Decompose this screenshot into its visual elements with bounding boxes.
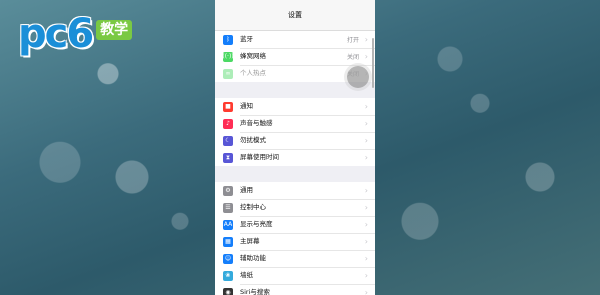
settings-row-label: 屏幕使用时间	[240, 153, 279, 161]
pc6-logo: pc6 教学	[18, 11, 133, 57]
settings-row-label: 声音与触感	[240, 115, 375, 133]
settings-row[interactable]: ⚙ 通用 ›	[215, 182, 375, 200]
control-center-icon: ☰	[223, 202, 233, 213]
settings-row-label: 显示与亮度	[240, 216, 375, 234]
display-icon: AA	[223, 219, 233, 230]
navigation-bar: 设置	[215, 0, 375, 31]
siri-icon: ◉	[223, 287, 233, 295]
chevron-right-icon: ›	[364, 153, 368, 162]
settings-row[interactable]: ((·)) 蜂窝网络 关闭 ›	[215, 48, 375, 66]
chevron-right-icon: ›	[364, 288, 368, 295]
settings-row[interactable]: ⧗ 屏幕使用时间 ›	[215, 149, 375, 166]
gear-icon: ⚙	[223, 185, 233, 196]
settings-row-label: 通用	[240, 182, 375, 200]
chevron-right-icon: ›	[364, 203, 368, 212]
settings-row-label: Siri与搜索	[240, 288, 270, 295]
settings-row[interactable]: ☰ 控制中心 ›	[215, 199, 375, 217]
settings-row-label: 墙纸	[240, 267, 375, 285]
chevron-right-icon: ›	[364, 220, 368, 229]
settings-row-label: 辅助功能	[240, 250, 375, 268]
chevron-right-icon: ›	[364, 102, 368, 111]
settings-group: ■ 通知 › ♪ 声音与触感 › ☾ 勿扰模式 › ⧗ 屏幕使用时间 ›	[215, 98, 375, 166]
chevron-right-icon: ›	[364, 119, 368, 128]
assistive-touch-button[interactable]	[347, 66, 369, 88]
settings-screen: 设置 ᛒ蓝牙打开›((·))蜂窝网络关闭›∞个人热点关闭›■通知›♪声音与触感›…	[215, 0, 375, 295]
scrollbar[interactable]	[372, 38, 374, 88]
settings-row-label: 主屏幕	[240, 233, 375, 251]
chevron-right-icon: ›	[364, 35, 368, 44]
settings-row-label: 通知	[240, 98, 375, 116]
settings-row[interactable]: ◉ Siri与搜索 ›	[215, 284, 375, 295]
settings-row-value: 打开	[346, 37, 359, 44]
moon-icon: ☾	[223, 135, 233, 146]
chevron-right-icon: ›	[364, 237, 368, 246]
settings-row[interactable]: AA 显示与亮度 ›	[215, 216, 375, 234]
group-separator	[215, 166, 375, 182]
page-title: 设置	[288, 11, 302, 19]
chevron-right-icon: ›	[364, 271, 368, 280]
settings-row[interactable]: ❀ 墙纸 ›	[215, 267, 375, 285]
settings-group: ⚙ 通用 › ☰ 控制中心 › AA 显示与亮度 › ▦ 主屏幕 › ☺ 辅助功能 › ❀ 墙纸 › ◉ Siri与搜…	[215, 182, 375, 295]
wallpaper-icon: ❀	[223, 270, 233, 281]
notification-icon: ■	[223, 101, 233, 112]
antenna-icon: ((·))	[222, 51, 234, 62]
accessibility-icon: ☺	[223, 253, 233, 264]
logo-text: pc6	[18, 11, 94, 57]
settings-row[interactable]: ♪ 声音与触感 ›	[215, 115, 375, 133]
settings-row[interactable]: ■ 通知 ›	[215, 98, 375, 116]
sound-icon: ♪	[223, 118, 233, 129]
home-screen-icon: ▦	[223, 236, 233, 247]
bluetooth-icon: ᛒ	[223, 34, 233, 45]
hotspot-icon: ∞	[223, 68, 233, 79]
settings-row-value: 关闭	[346, 54, 359, 61]
chevron-right-icon: ›	[364, 254, 368, 263]
settings-row[interactable]: ☺ 辅助功能 ›	[215, 250, 375, 268]
chevron-right-icon: ›	[364, 186, 368, 195]
chevron-right-icon: ›	[364, 52, 368, 61]
logo-badge: 教学	[96, 20, 133, 40]
hourglass-icon: ⧗	[223, 152, 233, 163]
chevron-right-icon: ›	[364, 136, 368, 145]
settings-row-label: 控制中心	[240, 199, 375, 217]
settings-row-label: 勿扰模式	[240, 132, 375, 150]
settings-row[interactable]: ☾ 勿扰模式 ›	[215, 132, 375, 150]
settings-row[interactable]: ᛒ 蓝牙 打开 ›	[215, 31, 375, 49]
settings-row[interactable]: ▦ 主屏幕 ›	[215, 233, 375, 251]
